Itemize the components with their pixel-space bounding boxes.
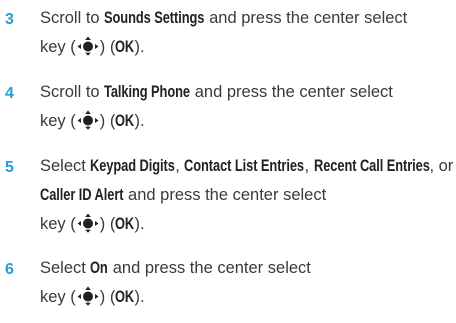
text-line: Scroll to Talking Phone and press the ce… — [40, 78, 454, 107]
menu-term: OK — [115, 215, 135, 233]
step-text: Scroll to Sounds Settings and press the … — [40, 4, 454, 62]
menu-term: OK — [115, 288, 135, 306]
text-line: Scroll to Sounds Settings and press the … — [40, 4, 454, 33]
instruction-steps: 3 Scroll to Sounds Settings and press th… — [0, 0, 456, 323]
menu-term: Keypad Digits — [90, 157, 176, 175]
menu-term: OK — [115, 38, 135, 56]
step-number: 3 — [5, 11, 14, 28]
menu-term: Recent Call Entries — [313, 157, 430, 175]
text-line: key () (OK). — [40, 210, 454, 239]
menu-term: Talking Phone — [104, 83, 191, 101]
menu-term: Caller ID Alert — [40, 186, 124, 204]
text-line: key () (OK). — [40, 283, 454, 312]
nav-key-icon — [77, 286, 99, 306]
text-line: key () (OK). — [40, 107, 454, 136]
step-text: Select Keypad Digits, Contact List Entri… — [40, 152, 454, 239]
step-number: 6 — [5, 261, 14, 278]
menu-term: Sounds Settings — [104, 9, 205, 27]
text-line: Caller ID Alert and press the center sel… — [40, 181, 454, 210]
menu-term: OK — [115, 112, 135, 130]
step-number: 5 — [5, 159, 14, 176]
menu-term: On — [90, 259, 109, 277]
step-text: Select On and press the center select key… — [40, 254, 454, 312]
nav-key-icon — [77, 36, 99, 56]
text-line: Select Keypad Digits, Contact List Entri… — [40, 152, 454, 181]
menu-term: Contact List Entries — [184, 157, 305, 175]
step-number: 4 — [5, 85, 14, 102]
step-text: Scroll to Talking Phone and press the ce… — [40, 78, 454, 136]
text-line: key () (OK). — [40, 33, 454, 62]
nav-key-icon — [77, 110, 99, 130]
nav-key-icon — [77, 213, 99, 233]
text-line: Select On and press the center select — [40, 254, 454, 283]
